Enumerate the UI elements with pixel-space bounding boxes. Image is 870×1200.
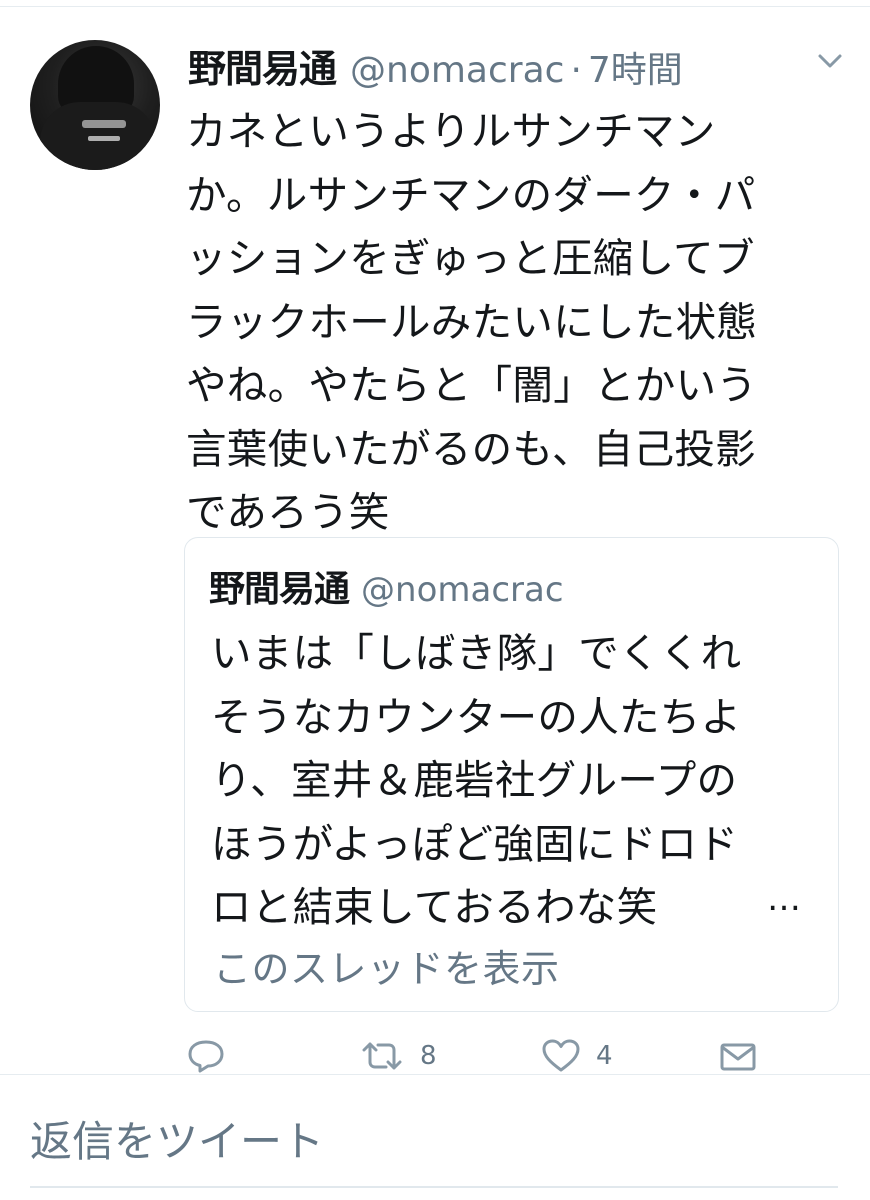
tweet-text-line: であろう笑	[186, 488, 390, 536]
direct-message-button[interactable]	[718, 1038, 758, 1074]
tweet-text-line: カネというよりルサンチマン	[186, 107, 716, 155]
tweet-actions-bar: 8 4	[0, 1038, 870, 1078]
avatar-logo-mark	[82, 120, 126, 128]
quoted-tweet-header: 野間易通 @nomacrac	[209, 560, 564, 612]
quoted-text-line: いまは「しばき隊」でくくれ	[211, 629, 742, 677]
quoted-text-line: ほうがよっぽど強固にドロド	[211, 819, 739, 868]
quoted-author-name: 野間易通	[209, 569, 350, 610]
reply-button[interactable]	[186, 1038, 226, 1074]
mail-icon	[718, 1038, 758, 1074]
quoted-text-line: り、室井＆鹿砦社グループの	[211, 756, 738, 804]
header-separator: ·	[570, 50, 582, 91]
tweet-text-line: ッションをぎゅっと圧縮してブ	[186, 234, 755, 282]
truncation-ellipsis: …	[767, 879, 801, 919]
quoted-tweet-card[interactable]: 野間易通 @nomacrac いまは「しばき隊」でくくれ そうなカウンターの人た…	[184, 537, 839, 1012]
heart-icon	[540, 1038, 582, 1074]
tweet-timestamp[interactable]: 7時間	[588, 41, 683, 93]
reply-tweet-input[interactable]	[30, 1106, 838, 1176]
chevron-down-icon[interactable]	[812, 46, 848, 76]
retweet-count: 8	[420, 1041, 437, 1071]
quoted-text-line: ロと結束しておるわな笑	[211, 883, 658, 931]
tweet-header: 野間易通 @nomacrac · 7時間	[188, 38, 683, 92]
retweet-button[interactable]: 8	[358, 1038, 437, 1074]
reply-icon	[186, 1038, 226, 1074]
show-thread-link[interactable]: このスレッドを表示	[213, 938, 560, 993]
quoted-text-line: そうなカウンターの人たちよ	[211, 692, 742, 741]
tweet-text-line: やね。やたらと「闇」とかいう	[186, 361, 758, 409]
quoted-tweet-text: いまは「しばき隊」でくくれ そうなカウンターの人たちよ り、室井＆鹿砦社グループ…	[211, 622, 821, 940]
tweet-text-line: か。ルサンチマンのダーク・パ	[186, 170, 756, 219]
reply-input-underline	[30, 1186, 838, 1188]
avatar[interactable]	[30, 40, 160, 170]
top-divider	[0, 6, 870, 7]
like-button[interactable]: 4	[540, 1038, 613, 1074]
author-name[interactable]: 野間易通	[188, 38, 337, 93]
author-handle[interactable]: @nomacrac	[350, 50, 564, 91]
tweet-text-line: 言葉使いたがるのも、自己投影	[186, 424, 756, 473]
like-count: 4	[596, 1041, 613, 1071]
avatar-logo-mark-small	[88, 136, 120, 141]
quoted-author-handle: @nomacrac	[361, 570, 564, 610]
retweet-icon	[358, 1038, 406, 1074]
tweet-text-line: ラックホールみたいにした状態	[186, 297, 758, 346]
actions-divider	[0, 1074, 870, 1075]
tweet-text: カネというよりルサンチマン か。ルサンチマンのダーク・パ ッションをぎゅっと圧縮…	[186, 100, 851, 545]
